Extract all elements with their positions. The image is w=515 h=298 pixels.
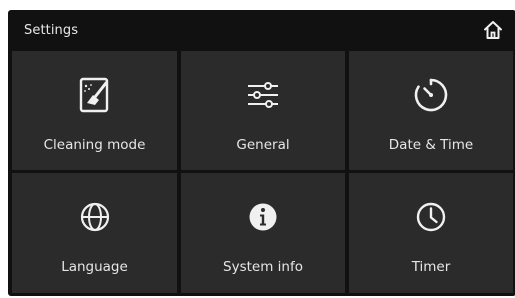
home-button[interactable] [482, 19, 504, 41]
sliders-icon [241, 73, 285, 117]
tile-timer[interactable]: Timer [349, 173, 513, 293]
info-icon [241, 195, 285, 239]
top-bar: Settings [12, 10, 512, 50]
tile-label: Cleaning mode [43, 137, 146, 153]
tile-label: System info [223, 259, 303, 275]
settings-grid: Cleaning mode General Date & Time Langua… [12, 51, 513, 293]
settings-screen: Settings Cleaning mode General Date & Ti… [8, 10, 515, 296]
tile-label: General [236, 137, 290, 153]
cleaning-tablet-icon [73, 73, 117, 117]
page-title: Settings [24, 23, 79, 38]
clock-icon [409, 195, 453, 239]
tile-label: Language [61, 259, 128, 275]
tile-language[interactable]: Language [12, 173, 177, 293]
tile-general[interactable]: General [181, 51, 345, 170]
globe-icon [73, 195, 117, 239]
tile-label: Date & Time [388, 137, 474, 153]
home-icon [484, 21, 502, 39]
tile-date-time[interactable]: Date & Time [349, 51, 513, 170]
date-time-icon [409, 73, 453, 117]
tile-system-info[interactable]: System info [181, 173, 345, 293]
tile-label: Timer [411, 259, 451, 275]
tile-cleaning-mode[interactable]: Cleaning mode [12, 51, 177, 170]
